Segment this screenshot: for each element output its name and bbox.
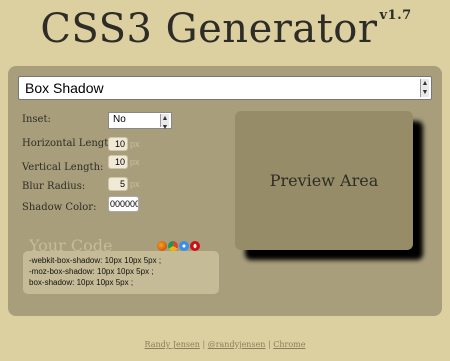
code-line: box-shadow: 10px 10px 5px ; xyxy=(29,278,134,287)
opera-icon xyxy=(190,241,200,251)
select-arrow-icon: ▲ ▼ xyxy=(160,114,169,131)
inset-select-value: No xyxy=(113,114,126,125)
shadow-color-label: Shadow Color: xyxy=(22,202,97,213)
safari-icon xyxy=(179,241,189,251)
twitter-link[interactable]: @randyjensen xyxy=(208,340,266,349)
preview-label: Preview Area xyxy=(269,171,379,190)
shadow-color-input[interactable]: 000000 xyxy=(108,196,139,212)
generator-panel: Box Shadow ▲ ▼ Inset: No ▲ ▼ Horizontal Le… xyxy=(8,66,442,316)
preview-area: Preview Area xyxy=(235,111,413,250)
inset-label: Inset: xyxy=(22,114,51,125)
author-link[interactable]: Randy Jensen xyxy=(145,340,200,349)
page-title: CSS3 Generator v1.7 xyxy=(0,6,450,52)
horizontal-length-input[interactable]: 10 xyxy=(108,137,128,151)
chrome-icon xyxy=(168,241,178,251)
footer: Randy Jensen | @randyjensen | Chrome xyxy=(0,340,450,349)
generator-select-value: Box Shadow xyxy=(25,80,104,96)
blur-radius-label: Blur Radius: xyxy=(22,181,86,192)
vertical-length-input[interactable]: 10 xyxy=(108,155,128,169)
inset-select[interactable]: No ▲ ▼ xyxy=(108,112,172,131)
footer-separator: | xyxy=(199,340,208,349)
firefox-icon xyxy=(157,241,167,251)
horizontal-length-label: Horizontal Length: xyxy=(22,138,119,149)
browser-link[interactable]: Chrome xyxy=(273,340,305,349)
vertical-length-label: Vertical Length: xyxy=(22,162,104,173)
horizontal-unit: px xyxy=(130,139,140,149)
version-badge: v1.7 xyxy=(379,8,412,23)
generator-select[interactable]: Box Shadow ▲ ▼ xyxy=(18,76,432,100)
code-output: -webkit-box-shadow: 10px 10px 5px ; -moz… xyxy=(23,251,219,294)
select-arrow-icon: ▲ ▼ xyxy=(420,79,429,97)
code-line: -moz-box-shadow: 10px 10px 5px ; xyxy=(29,267,154,276)
title-text: CSS3 Generator xyxy=(40,6,378,52)
blur-radius-input[interactable]: 5 xyxy=(108,177,128,191)
code-line: -webkit-box-shadow: 10px 10px 5px ; xyxy=(29,256,162,265)
vertical-unit: px xyxy=(130,157,140,167)
blur-unit: px xyxy=(130,179,140,189)
